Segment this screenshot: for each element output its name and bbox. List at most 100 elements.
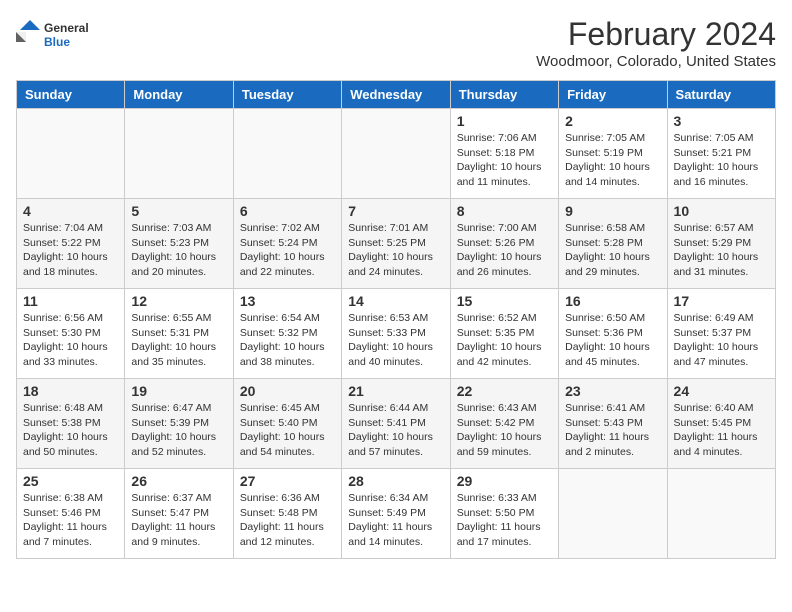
day-info: Sunrise: 6:36 AM Sunset: 5:48 PM Dayligh… [240, 491, 335, 550]
day-info: Sunrise: 7:00 AM Sunset: 5:26 PM Dayligh… [457, 221, 552, 280]
logo-svg: General Blue [16, 16, 96, 56]
day-info: Sunrise: 7:03 AM Sunset: 5:23 PM Dayligh… [131, 221, 226, 280]
header-day-friday: Friday [559, 81, 667, 109]
calendar-cell: 12 Sunrise: 6:55 AM Sunset: 5:31 PM Dayli… [125, 289, 233, 379]
header-row: SundayMondayTuesdayWednesdayThursdayFrid… [17, 81, 776, 109]
header-day-saturday: Saturday [667, 81, 775, 109]
day-number: 23 [565, 383, 660, 399]
calendar-cell: 1 Sunrise: 7:06 AM Sunset: 5:18 PM Daylig… [450, 109, 558, 199]
day-info: Sunrise: 6:43 AM Sunset: 5:42 PM Dayligh… [457, 401, 552, 460]
day-number: 1 [457, 113, 552, 129]
calendar-cell: 27 Sunrise: 6:36 AM Sunset: 5:48 PM Dayli… [233, 469, 341, 559]
day-number: 14 [348, 293, 443, 309]
day-info: Sunrise: 6:49 AM Sunset: 5:37 PM Dayligh… [674, 311, 769, 370]
day-info: Sunrise: 6:54 AM Sunset: 5:32 PM Dayligh… [240, 311, 335, 370]
day-info: Sunrise: 6:53 AM Sunset: 5:33 PM Dayligh… [348, 311, 443, 370]
svg-text:General: General [44, 21, 89, 35]
day-info: Sunrise: 6:40 AM Sunset: 5:45 PM Dayligh… [674, 401, 769, 460]
day-number: 22 [457, 383, 552, 399]
calendar-cell: 2Sunrise: 7:05 AM Sunset: 5:19 PM Daylig… [559, 109, 667, 199]
day-number: 20 [240, 383, 335, 399]
header-day-monday: Monday [125, 81, 233, 109]
day-number: 21 [348, 383, 443, 399]
day-number: 18 [23, 383, 118, 399]
week-row-5: 25 Sunrise: 6:38 AM Sunset: 5:46 PM Dayli… [17, 469, 776, 559]
day-info: Sunrise: 7:04 AM Sunset: 5:22 PM Dayligh… [23, 221, 118, 280]
day-number: 7 [348, 203, 443, 219]
day-number: 12 [131, 293, 226, 309]
day-number: 25 [23, 473, 118, 489]
calendar-cell [667, 469, 775, 559]
week-row-2: 4 Sunrise: 7:04 AM Sunset: 5:22 PM Daylig… [17, 199, 776, 289]
week-row-1: 1 Sunrise: 7:06 AM Sunset: 5:18 PM Daylig… [17, 109, 776, 199]
day-number: 8 [457, 203, 552, 219]
day-info: Sunrise: 6:50 AM Sunset: 5:36 PM Dayligh… [565, 311, 660, 370]
calendar-cell: 21 Sunrise: 6:44 AM Sunset: 5:41 PM Dayli… [342, 379, 450, 469]
header-day-thursday: Thursday [450, 81, 558, 109]
day-info: Sunrise: 6:34 AM Sunset: 5:49 PM Dayligh… [348, 491, 443, 550]
calendar-table: SundayMondayTuesdayWednesdayThursdayFrid… [16, 80, 776, 559]
calendar-cell: 16Sunrise: 6:50 AM Sunset: 5:36 PM Dayli… [559, 289, 667, 379]
day-info: Sunrise: 6:58 AM Sunset: 5:28 PM Dayligh… [565, 221, 660, 280]
day-info: Sunrise: 6:48 AM Sunset: 5:38 PM Dayligh… [23, 401, 118, 460]
day-info: Sunrise: 6:57 AM Sunset: 5:29 PM Dayligh… [674, 221, 769, 280]
header-day-tuesday: Tuesday [233, 81, 341, 109]
day-info: Sunrise: 6:56 AM Sunset: 5:30 PM Dayligh… [23, 311, 118, 370]
calendar-cell: 24Sunrise: 6:40 AM Sunset: 5:45 PM Dayli… [667, 379, 775, 469]
calendar-cell: 9 Sunrise: 6:58 AM Sunset: 5:28 PM Daylig… [559, 199, 667, 289]
day-number: 13 [240, 293, 335, 309]
location: Woodmoor, Colorado, United States [536, 53, 776, 70]
day-info: Sunrise: 6:33 AM Sunset: 5:50 PM Dayligh… [457, 491, 552, 550]
calendar-cell [17, 109, 125, 199]
day-number: 15 [457, 293, 552, 309]
day-info: Sunrise: 7:06 AM Sunset: 5:18 PM Dayligh… [457, 131, 552, 190]
day-info: Sunrise: 6:38 AM Sunset: 5:46 PM Dayligh… [23, 491, 118, 550]
week-row-3: 11Sunrise: 6:56 AM Sunset: 5:30 PM Dayli… [17, 289, 776, 379]
day-info: Sunrise: 6:47 AM Sunset: 5:39 PM Dayligh… [131, 401, 226, 460]
day-number: 19 [131, 383, 226, 399]
header-day-wednesday: Wednesday [342, 81, 450, 109]
day-number: 28 [348, 473, 443, 489]
calendar-cell [559, 469, 667, 559]
calendar-body: 1 Sunrise: 7:06 AM Sunset: 5:18 PM Daylig… [17, 109, 776, 559]
day-number: 27 [240, 473, 335, 489]
week-row-4: 18 Sunrise: 6:48 AM Sunset: 5:38 PM Dayli… [17, 379, 776, 469]
calendar-cell: 15 Sunrise: 6:52 AM Sunset: 5:35 PM Dayli… [450, 289, 558, 379]
calendar-cell: 17Sunrise: 6:49 AM Sunset: 5:37 PM Dayli… [667, 289, 775, 379]
day-info: Sunrise: 7:01 AM Sunset: 5:25 PM Dayligh… [348, 221, 443, 280]
logo: General Blue [16, 16, 96, 56]
day-number: 10 [674, 203, 769, 219]
calendar-cell: 23 Sunrise: 6:41 AM Sunset: 5:43 PM Dayli… [559, 379, 667, 469]
day-info: Sunrise: 6:55 AM Sunset: 5:31 PM Dayligh… [131, 311, 226, 370]
calendar-cell: 28 Sunrise: 6:34 AM Sunset: 5:49 PM Dayli… [342, 469, 450, 559]
day-info: Sunrise: 7:05 AM Sunset: 5:19 PM Dayligh… [565, 131, 660, 190]
day-number: 26 [131, 473, 226, 489]
page-header: General Blue February 2024 Woodmoor, Col… [16, 16, 776, 70]
calendar-cell [125, 109, 233, 199]
calendar-cell: 22 Sunrise: 6:43 AM Sunset: 5:42 PM Dayli… [450, 379, 558, 469]
calendar-cell: 5 Sunrise: 7:03 AM Sunset: 5:23 PM Daylig… [125, 199, 233, 289]
day-number: 9 [565, 203, 660, 219]
day-info: Sunrise: 6:52 AM Sunset: 5:35 PM Dayligh… [457, 311, 552, 370]
day-number: 4 [23, 203, 118, 219]
day-info: Sunrise: 6:41 AM Sunset: 5:43 PM Dayligh… [565, 401, 660, 460]
day-number: 5 [131, 203, 226, 219]
day-info: Sunrise: 6:37 AM Sunset: 5:47 PM Dayligh… [131, 491, 226, 550]
day-info: Sunrise: 6:45 AM Sunset: 5:40 PM Dayligh… [240, 401, 335, 460]
calendar-cell: 26 Sunrise: 6:37 AM Sunset: 5:47 PM Dayli… [125, 469, 233, 559]
calendar-cell: 25 Sunrise: 6:38 AM Sunset: 5:46 PM Dayli… [17, 469, 125, 559]
calendar-cell: 13 Sunrise: 6:54 AM Sunset: 5:32 PM Dayli… [233, 289, 341, 379]
title-block: February 2024 Woodmoor, Colorado, United… [536, 16, 776, 70]
calendar-cell: 19 Sunrise: 6:47 AM Sunset: 5:39 PM Dayli… [125, 379, 233, 469]
calendar-cell: 14 Sunrise: 6:53 AM Sunset: 5:33 PM Dayli… [342, 289, 450, 379]
calendar-cell: 10 Sunrise: 6:57 AM Sunset: 5:29 PM Dayli… [667, 199, 775, 289]
day-number: 6 [240, 203, 335, 219]
day-number: 29 [457, 473, 552, 489]
calendar-cell: 4 Sunrise: 7:04 AM Sunset: 5:22 PM Daylig… [17, 199, 125, 289]
day-number: 3 [674, 113, 769, 129]
calendar-cell: 8 Sunrise: 7:00 AM Sunset: 5:26 PM Daylig… [450, 199, 558, 289]
month-title: February 2024 [536, 16, 776, 53]
day-info: Sunrise: 6:44 AM Sunset: 5:41 PM Dayligh… [348, 401, 443, 460]
calendar-header: SundayMondayTuesdayWednesdayThursdayFrid… [17, 81, 776, 109]
day-info: Sunrise: 7:02 AM Sunset: 5:24 PM Dayligh… [240, 221, 335, 280]
